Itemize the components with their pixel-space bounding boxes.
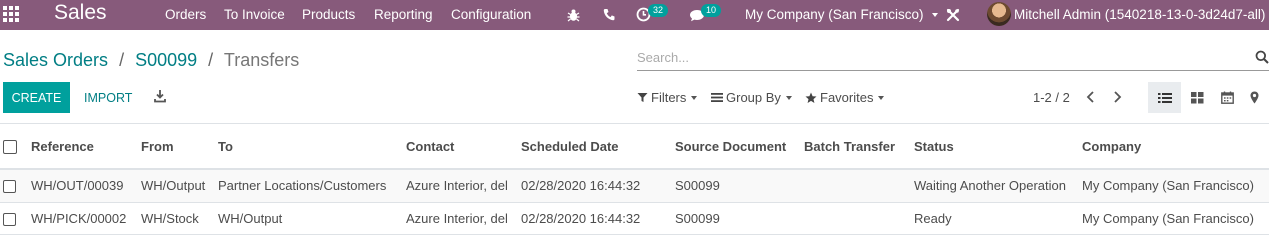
cell-reference: WH/OUT/00039 <box>31 169 141 203</box>
breadcrumb-sales-orders[interactable]: Sales Orders <box>3 50 108 70</box>
kanban-view-icon <box>1191 91 1204 103</box>
cell-from: WH/Stock <box>141 202 218 235</box>
create-button[interactable]: CREATE <box>3 82 70 113</box>
debug-bug-icon[interactable] <box>567 8 580 22</box>
menu-orders[interactable]: Orders <box>165 7 206 22</box>
cell-batch-transfer <box>804 202 914 235</box>
company-name: My Company (San Francisco) <box>745 7 924 22</box>
user-name: Mitchell Admin (1540218-13-0-3d24d7-all) <box>1014 7 1266 22</box>
top-navbar: Sales Orders To Invoice Products Reporti… <box>0 0 1269 30</box>
group-by-bars-icon <box>711 93 723 102</box>
cell-to: WH/Output <box>218 202 406 235</box>
transfers-table: Reference From To Contact Scheduled Date… <box>0 124 1269 235</box>
menu-to-invoice[interactable]: To Invoice <box>224 7 285 22</box>
breadcrumb-separator: / <box>208 50 214 70</box>
user-avatar[interactable] <box>987 2 1011 26</box>
column-contact[interactable]: Contact <box>406 124 521 170</box>
list-view-button[interactable] <box>1148 82 1181 113</box>
tools-icon[interactable] <box>946 8 960 22</box>
cell-company: My Company (San Francisco) <box>1082 169 1269 203</box>
row-checkbox[interactable] <box>3 180 16 194</box>
cell-status: Ready <box>914 202 1082 235</box>
favorites-dropdown[interactable]: Favorites <box>805 90 885 105</box>
search-input[interactable] <box>637 44 1237 70</box>
cell-status: Waiting Another Operation <box>914 169 1082 203</box>
caret-down-icon <box>691 95 698 100</box>
column-company[interactable]: Company <box>1082 124 1269 170</box>
cell-batch-transfer <box>804 169 914 203</box>
search-icon[interactable] <box>1255 50 1269 64</box>
column-from[interactable]: From <box>141 124 218 170</box>
column-to[interactable]: To <box>218 124 406 170</box>
phone-icon[interactable] <box>603 8 615 21</box>
message-count-badge: 10 <box>701 4 722 17</box>
breadcrumb-order[interactable]: S00099 <box>135 50 197 70</box>
cell-to: Partner Locations/Customers <box>218 169 406 203</box>
pager-previous-icon[interactable] <box>1084 90 1098 104</box>
search-bar <box>637 44 1269 71</box>
cell-company: My Company (San Francisco) <box>1082 202 1269 235</box>
app-title[interactable]: Sales <box>54 1 107 25</box>
list-view-icon <box>1157 92 1172 103</box>
row-checkbox[interactable] <box>3 212 16 226</box>
apps-menu-icon[interactable] <box>3 6 21 24</box>
cell-reference: WH/PICK/00002 <box>31 202 141 235</box>
menu-products[interactable]: Products <box>302 7 355 22</box>
map-pin-icon <box>1250 91 1259 104</box>
cell-scheduled-date: 02/28/2020 16:44:32 <box>521 202 675 235</box>
menu-reporting[interactable]: Reporting <box>374 7 433 22</box>
cell-scheduled-date: 02/28/2020 16:44:32 <box>521 169 675 203</box>
row-select-cell <box>0 169 31 203</box>
filter-funnel-icon <box>637 93 648 102</box>
pager-next-icon[interactable] <box>1110 90 1124 104</box>
column-status[interactable]: Status <box>914 124 1082 170</box>
breadcrumb-current: Transfers <box>223 50 300 70</box>
map-view-button[interactable] <box>1240 82 1269 113</box>
column-reference[interactable]: Reference <box>31 124 141 170</box>
caret-down-icon <box>878 95 885 100</box>
favorites-label: Favorites <box>820 90 874 105</box>
cell-source-document: S00099 <box>675 169 804 203</box>
filters-label: Filters <box>651 90 687 105</box>
breadcrumb: Sales Orders / S00099 / Transfers <box>3 50 299 71</box>
table-row[interactable]: WH/PICK/00002 WH/Stock WH/Output Azure I… <box>0 202 1269 235</box>
caret-down-icon <box>785 95 792 100</box>
import-button[interactable]: IMPORT <box>80 82 136 113</box>
group-by-label: Group By <box>726 90 781 105</box>
breadcrumb-separator: / <box>119 50 125 70</box>
filters-dropdown[interactable]: Filters <box>637 90 698 105</box>
column-scheduled-date[interactable]: Scheduled Date <box>521 124 675 170</box>
activity-count-badge: 32 <box>648 4 669 17</box>
download-icon[interactable] <box>152 88 168 104</box>
select-all-checkbox[interactable] <box>3 139 17 154</box>
cell-contact: Azure Interior, del <box>406 169 521 203</box>
star-icon <box>805 92 817 103</box>
table-row[interactable]: WH/OUT/00039 WH/Output Partner Locations… <box>0 169 1269 203</box>
row-select-cell <box>0 202 31 235</box>
cell-source-document: S00099 <box>675 202 804 235</box>
table-header-row: Reference From To Contact Scheduled Date… <box>0 124 1269 170</box>
pager-value[interactable]: 1-2 / 2 <box>1033 90 1070 105</box>
column-batch-transfer[interactable]: Batch Transfer <box>804 124 914 170</box>
group-by-dropdown[interactable]: Group By <box>711 90 792 105</box>
kanban-view-button[interactable] <box>1181 82 1214 113</box>
user-menu[interactable]: Mitchell Admin (1540218-13-0-3d24d7-all) <box>1014 7 1265 22</box>
cell-contact: Azure Interior, del <box>406 202 521 235</box>
company-switcher[interactable]: My Company (San Francisco) <box>745 7 939 22</box>
column-source-document[interactable]: Source Document <box>675 124 804 170</box>
calendar-view-icon <box>1221 91 1234 104</box>
select-all-cell <box>0 124 31 170</box>
cell-from: WH/Output <box>141 169 218 203</box>
menu-configuration[interactable]: Configuration <box>451 7 531 22</box>
caret-down-icon <box>932 13 939 18</box>
